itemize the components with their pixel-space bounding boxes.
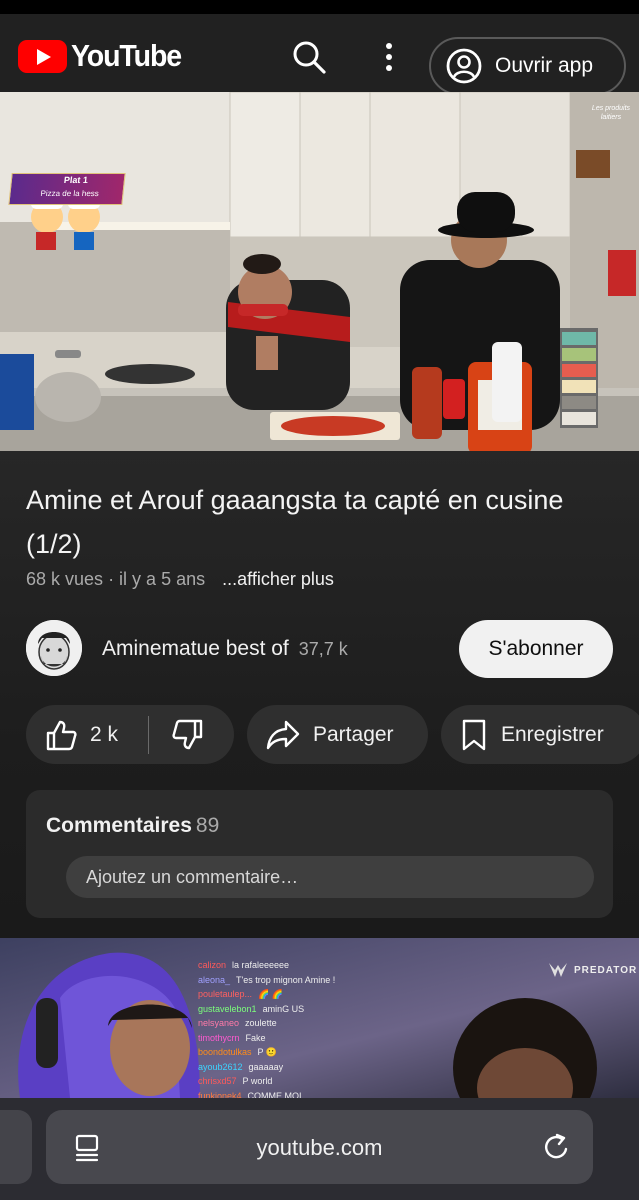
chat-message: chrisxd57 P world [198,1074,335,1089]
chat-message: boondotulkas P 🙂 [198,1045,335,1060]
thumbs-up-icon [46,720,77,750]
chat-text: Fake [245,1032,266,1043]
chat-username: funkionek4 [198,1090,242,1099]
channel-name: Aminematue best of [102,637,289,660]
youtube-logo[interactable]: YouTube [18,38,191,74]
more-options-button[interactable] [372,34,406,80]
youtube-play-icon [18,39,67,73]
chat-message: pouletaulep... 🌈 🌈 [198,987,335,1002]
video-frame [0,92,639,451]
chat-message: calizon la rafaleeeeee [198,958,335,973]
predator-text: PREDATOR [574,964,638,976]
url-text: youtube.com [256,1135,383,1160]
chat-text: gaaaaay [248,1061,284,1072]
comments-count: 89 [195,814,220,837]
chat-text: P 🙂 [257,1047,278,1057]
dislike-button[interactable] [149,718,205,752]
chat-username: calizon [198,960,227,970]
address-bar[interactable]: youtube.com [46,1110,593,1184]
chat-text: T'es trop mignon Amine ! [236,974,336,985]
chat-username: timothycrn [198,1032,240,1043]
chat-text: aminG US [262,1003,305,1014]
like-button[interactable]: 2 k [26,718,148,752]
reload-icon[interactable] [542,1132,572,1162]
chat-message: timothycrn Fake [198,1031,335,1046]
view-count: 68 k vues [26,569,104,589]
subscribe-button[interactable]: S'abonner [459,620,613,678]
predator-logo-icon [549,963,567,977]
open-app-label: Ouvrir app [495,54,594,77]
upload-age: · il y a 5 ans [108,569,206,589]
top-app-bar: YouTube Ouvrir app [0,14,639,95]
more-vert-icon [386,43,392,71]
like-count: 2 k [90,722,119,746]
bookmark-icon [462,719,486,750]
search-icon [293,41,326,74]
logo-text: YouTube [71,38,182,73]
chat-text: zoulette [245,1018,277,1028]
chat-username: boondotulkas [198,1047,252,1057]
stream-chat: calizon la rafaleeeeee aleona_ T'es trop mi… [198,958,335,1098]
chat-message: nelsyaneo zoulette [198,1016,335,1031]
chat-username: ayoub2612 [198,1061,243,1072]
comments-heading-block: Commentaires 89 [46,814,219,838]
chat-message: funkionek4 COMME MOI [198,1089,335,1099]
channel-row: Aminematue best of 37,7 k S'abonner [26,620,616,678]
chat-message: gustavelebon1 aminG US [198,1002,335,1017]
browser-toolbar: youtube.com [0,1098,639,1200]
share-label: Partager [313,722,394,746]
status-bar [0,0,639,14]
thumbs-down-icon [172,719,203,749]
overlay-badge: Plat 1 Pizza de la hess [8,173,126,205]
share-arrow-icon [266,720,300,749]
channel-name-block[interactable]: Aminematue best of 37,7 k [102,637,348,661]
next-video-thumbnail[interactable]: calizon la rafaleeeeee aleona_ T'es trop mi… [0,938,639,1098]
video-watermark: Les produits laitiers [591,105,631,121]
chat-message: ayoub2612 gaaaaay [198,1060,335,1075]
chat-username: pouletaulep... [198,989,253,999]
avatar-drawing-icon [26,620,82,676]
chat-username: chrisxd57 [198,1076,237,1086]
comment-input[interactable]: Ajoutez un commentaire… [66,856,594,898]
show-more-link[interactable]: ...afficher plus [222,569,334,589]
save-label: Enregistrer [501,722,604,746]
overlay-badge-title: Plat 1 [63,175,89,185]
chat-text: la rafaleeeeee [232,960,290,970]
like-dislike-group: 2 k [26,705,234,764]
channel-avatar[interactable] [26,620,82,676]
subscriber-count: 37,7 k [298,639,348,659]
video-player[interactable]: Plat 1 Pizza de la hess Les produits lai… [0,92,639,451]
comments-heading: Commentaires [46,814,192,837]
chat-username: nelsyaneo [198,1018,240,1028]
comments-section[interactable]: Commentaires 89 Ajoutez un commentaire… [26,790,613,918]
action-bar: 2 k Partager Enregistrer [26,705,639,764]
chat-username: gustavelebon1 [198,1003,257,1014]
overlay-badge-subtitle: Pizza de la hess [40,189,100,198]
predator-brand: PREDATOR [548,962,637,978]
account-icon [446,48,482,84]
search-button[interactable] [286,34,332,80]
save-button[interactable]: Enregistrer [441,705,639,764]
chat-text: 🌈 🌈 [258,989,283,999]
chat-text: COMME MOI [247,1090,302,1099]
chat-message: aleona_ T'es trop mignon Amine ! [198,973,335,988]
chat-text: P world [242,1076,273,1086]
open-app-button[interactable]: Ouvrir app [429,37,626,95]
video-metadata[interactable]: 68 k vues · il y a 5 ans ...afficher plu… [26,569,334,590]
video-title[interactable]: Amine et Arouf gaaangsta ta capté en cus… [26,478,606,566]
chat-username: aleona_ [198,974,231,985]
previous-tab-stub[interactable] [0,1110,32,1184]
share-button[interactable]: Partager [247,705,428,764]
